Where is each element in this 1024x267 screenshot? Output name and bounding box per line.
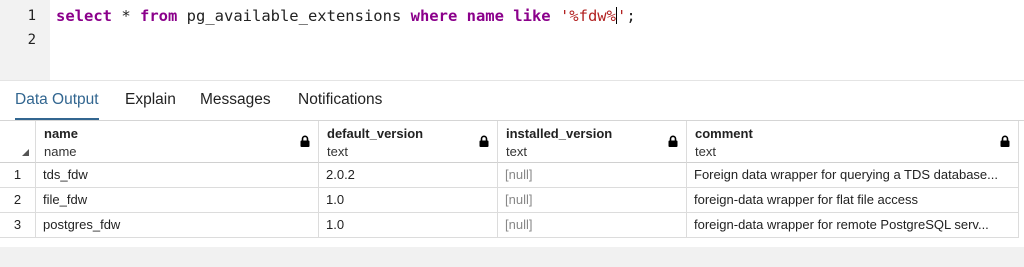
column-type-label: text: [695, 144, 716, 159]
tab-data-output[interactable]: Data Output: [15, 91, 99, 120]
sort-triangle-icon: [22, 149, 29, 156]
column-type-label: text: [506, 144, 527, 159]
keyword-where: where: [410, 7, 458, 25]
tab-messages[interactable]: Messages: [200, 91, 271, 118]
query-editor[interactable]: 1 2 select * from pg_available_extension…: [0, 0, 1024, 80]
table-cell[interactable]: [null]: [498, 188, 687, 213]
string-literal-end: ': [616, 7, 627, 25]
row-number[interactable]: 2: [0, 188, 36, 213]
table-cell[interactable]: tds_fdw: [36, 163, 319, 188]
keyword-from: from: [140, 7, 178, 25]
column-header-comment[interactable]: comment text: [687, 121, 1019, 163]
table-cell[interactable]: 1.0: [319, 213, 498, 238]
column-name-label: comment: [695, 126, 753, 141]
lock-icon: [668, 135, 678, 147]
semicolon: ;: [626, 7, 636, 25]
row-number-header[interactable]: [0, 121, 36, 163]
column-name: name: [457, 7, 514, 25]
column-name-label: default_version: [327, 126, 424, 141]
table-cell[interactable]: foreign-data wrapper for remote PostgreS…: [687, 213, 1019, 238]
table-cell[interactable]: file_fdw: [36, 188, 319, 213]
column-name-label: name: [44, 126, 78, 141]
lock-icon: [300, 135, 310, 147]
column-type-label: text: [327, 144, 348, 159]
table-cell[interactable]: postgres_fdw: [36, 213, 319, 238]
table-cell[interactable]: 2.0.2: [319, 163, 498, 188]
column-header-name[interactable]: name name: [36, 121, 319, 163]
tab-explain[interactable]: Explain: [125, 91, 176, 118]
lock-icon: [1000, 135, 1010, 147]
line-number-gutter: 1 2: [0, 0, 50, 80]
lock-icon: [479, 135, 489, 147]
output-tabs: Data Output Explain Messages Notificatio…: [0, 80, 1024, 121]
data-output-grid: name name default_version text installed…: [0, 120, 1024, 238]
line-number: 2: [27, 32, 36, 48]
sql-query-line[interactable]: select * from pg_available_extensions wh…: [56, 7, 636, 25]
row-number[interactable]: 3: [0, 213, 36, 238]
column-name-label: installed_version: [506, 126, 613, 141]
table-cell[interactable]: [null]: [498, 213, 687, 238]
grid-empty-area: [0, 247, 1024, 267]
table-cell[interactable]: foreign-data wrapper for flat file acces…: [687, 188, 1019, 213]
table-cell[interactable]: [null]: [498, 163, 687, 188]
table-cell[interactable]: 1.0: [319, 188, 498, 213]
column-header-installed-version[interactable]: installed_version text: [498, 121, 687, 163]
table-cell[interactable]: Foreign data wrapper for querying a TDS …: [687, 163, 1019, 188]
string-literal: '%fdw%: [559, 7, 616, 25]
table-name: pg_available_extensions: [177, 7, 411, 25]
line-number: 1: [27, 8, 36, 24]
column-header-default-version[interactable]: default_version text: [319, 121, 498, 163]
row-number[interactable]: 1: [0, 163, 36, 188]
keyword-select: select: [56, 7, 112, 25]
keyword-like: like: [513, 7, 551, 25]
column-type-label: name: [44, 144, 77, 159]
tab-notifications[interactable]: Notifications: [298, 91, 382, 118]
select-star: *: [112, 7, 140, 25]
